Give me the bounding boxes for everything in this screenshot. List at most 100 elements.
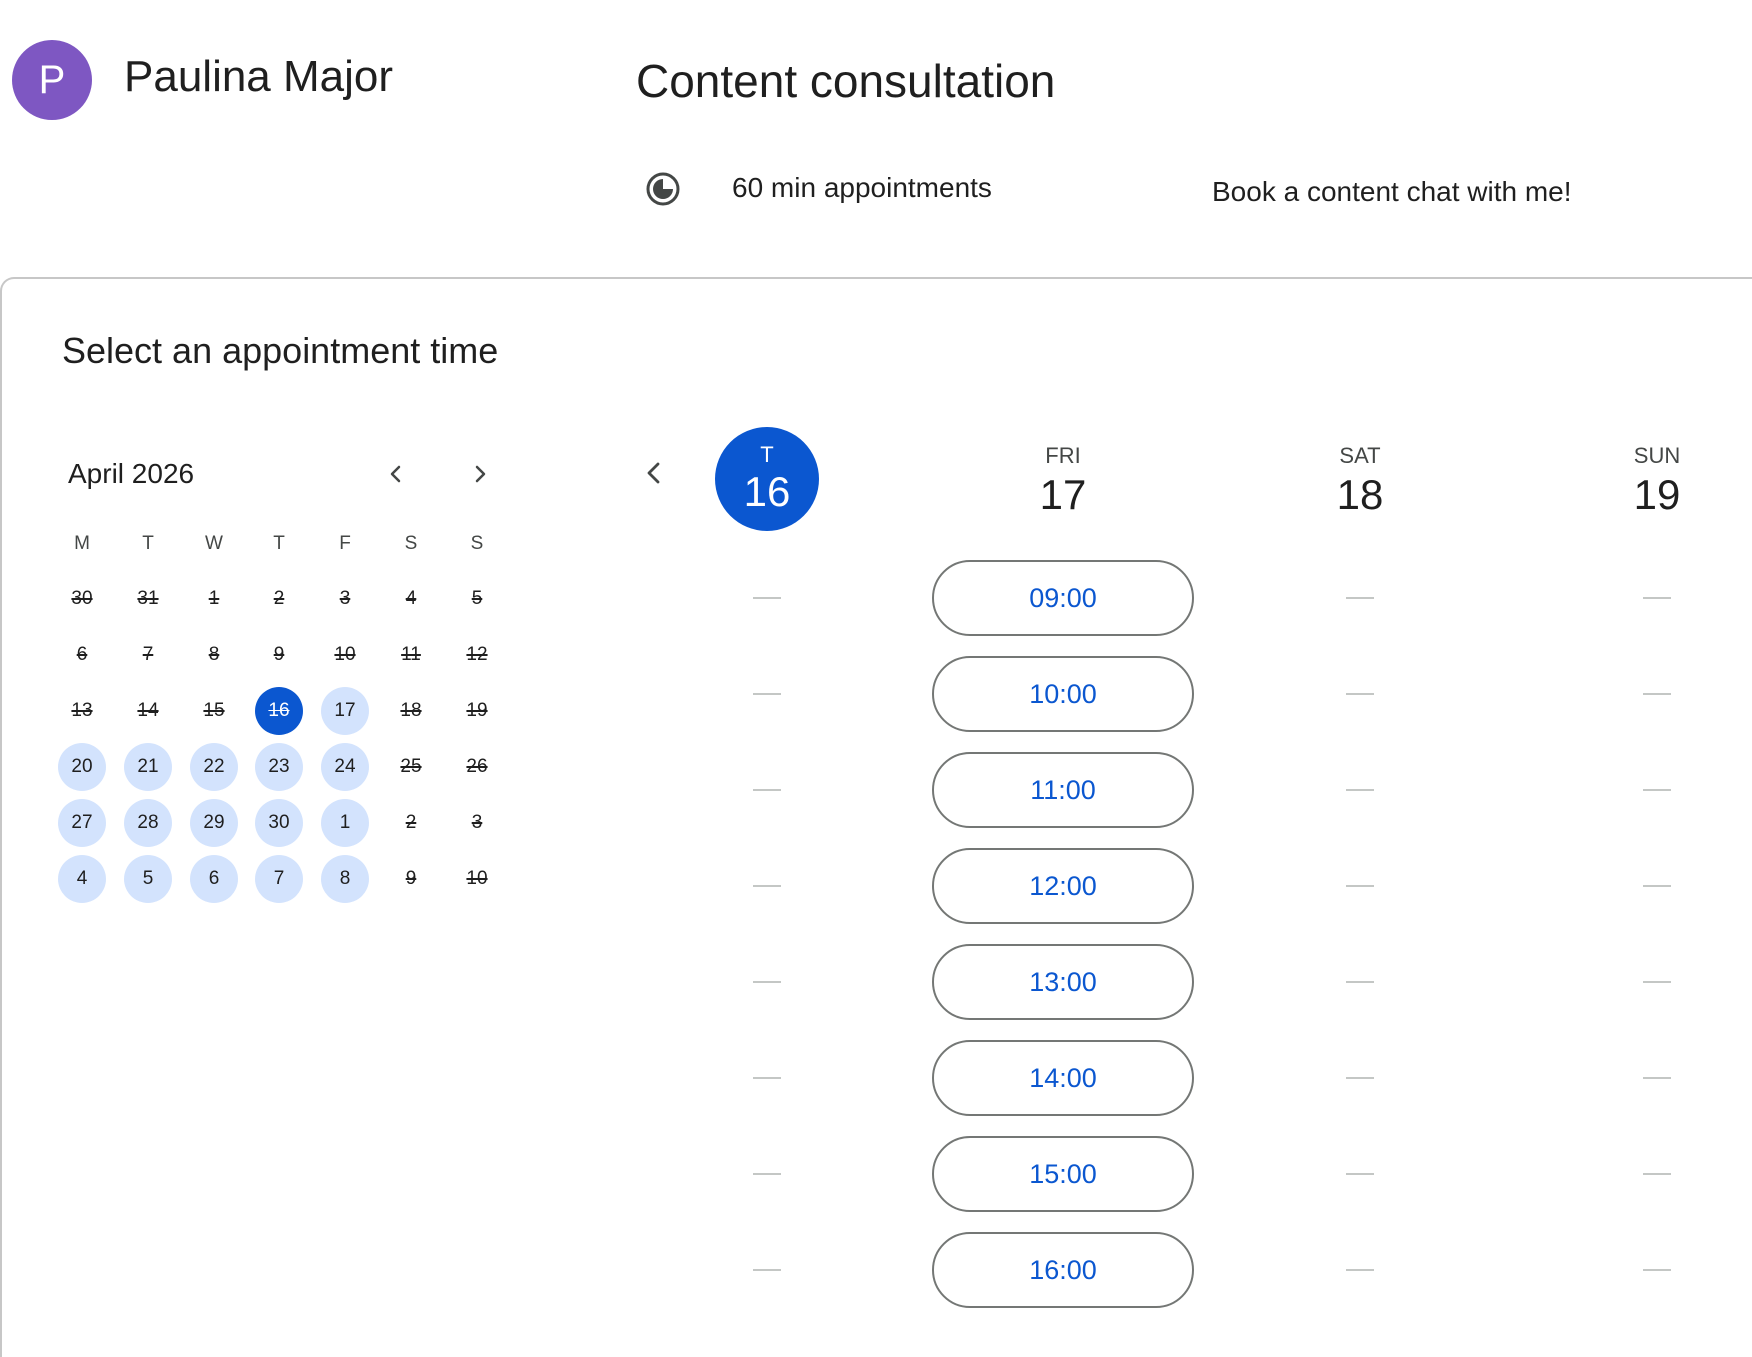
weekday-header: M	[74, 533, 90, 554]
no-availability-dash	[1643, 1173, 1671, 1175]
event-description: Book a content chat with me!	[1212, 176, 1572, 207]
mini-calendar-day: 25	[400, 756, 422, 777]
mini-calendar-day[interactable]: 29	[190, 799, 238, 847]
mini-calendar-month: April 2026	[68, 458, 195, 489]
mini-calendar-day: 8	[208, 644, 220, 665]
mini-calendar-day[interactable]: 21	[124, 743, 172, 791]
day-number-label: 18	[1336, 471, 1384, 518]
mini-calendar-day[interactable]: 30	[255, 799, 303, 847]
no-availability-dash	[753, 789, 781, 791]
day-of-week-label: SAT	[1339, 443, 1381, 468]
mini-calendar-day: 3	[339, 588, 351, 609]
time-slot-button[interactable]: 16:00	[932, 1232, 1194, 1308]
no-availability-dash	[1346, 597, 1374, 599]
avatar-initial: P	[38, 57, 66, 102]
mini-calendar-day: 2	[273, 588, 285, 609]
no-availability-dash	[1346, 885, 1374, 887]
mini-calendar-day: 13	[71, 700, 93, 721]
mini-calendar-day[interactable]: 5	[124, 855, 172, 903]
mini-calendar-day[interactable]: 1	[321, 799, 369, 847]
duration-label: 60 min appointments	[732, 172, 992, 203]
owner-name: Paulina Major	[124, 52, 394, 101]
day-number-label: 19	[1633, 471, 1681, 518]
mini-calendar-day[interactable]: 27	[58, 799, 106, 847]
mini-calendar-day[interactable]: 8	[321, 855, 369, 903]
day-column-header[interactable]: T 16	[715, 427, 819, 531]
time-slot-button[interactable]: 10:00	[932, 656, 1194, 732]
mini-calendar-day[interactable]: 17	[321, 687, 369, 735]
mini-calendar-day[interactable]: 24	[321, 743, 369, 791]
mini-calendar-day: 11	[401, 644, 421, 665]
section-title: Select an appointment time	[62, 330, 499, 371]
no-availability-dash	[1643, 693, 1671, 695]
mini-calendar-day: 26	[466, 756, 488, 777]
no-availability-dash	[753, 597, 781, 599]
mini-calendar-day: 31	[137, 588, 159, 609]
mini-calendar-day: 1	[208, 588, 220, 609]
time-slot-button[interactable]: 09:00	[932, 560, 1194, 636]
no-availability-dash	[753, 885, 781, 887]
mini-calendar-day: 4	[405, 588, 417, 609]
weekday-header: T	[273, 533, 285, 554]
no-availability-dash	[753, 1269, 781, 1271]
no-availability-dash	[1346, 789, 1374, 791]
no-availability-dash	[1346, 1173, 1374, 1175]
mini-calendar-day: 3	[471, 812, 483, 833]
weekday-header: S	[470, 533, 484, 554]
time-slot-button[interactable]: 14:00	[932, 1040, 1194, 1116]
clock-half-icon	[646, 172, 680, 206]
no-availability-dash	[1346, 693, 1374, 695]
day-column-header[interactable]: FRI 17	[963, 443, 1163, 519]
weekday-header: T	[142, 533, 154, 554]
mini-calendar-day[interactable]: 28	[124, 799, 172, 847]
avatar: P	[12, 40, 92, 120]
event-title: Content consultation	[636, 55, 1056, 107]
no-availability-dash	[753, 1173, 781, 1175]
mini-calendar-day: 6	[76, 644, 88, 665]
mini-calendar-day: 7	[142, 644, 154, 665]
mini-calendar-day[interactable]: 4	[58, 855, 106, 903]
day-of-week-label: SUN	[1633, 443, 1681, 468]
no-availability-dash	[753, 693, 781, 695]
chevron-right-icon	[475, 465, 486, 483]
mini-calendar-day: 19	[466, 700, 488, 721]
day-column-header[interactable]: SUN 19	[1557, 443, 1752, 519]
mini-calendar-next-button[interactable]	[458, 452, 502, 496]
no-availability-dash	[1643, 597, 1671, 599]
mini-calendar-prev-button[interactable]	[374, 452, 418, 496]
mini-calendar-day-selected[interactable]: 16	[255, 687, 303, 735]
mini-calendar-day: 10	[466, 868, 488, 889]
time-slot-button[interactable]: 11:00	[932, 752, 1194, 828]
mini-calendar-day: 12	[466, 644, 488, 665]
time-slot-button[interactable]: 15:00	[932, 1136, 1194, 1212]
mini-calendar-day: 15	[203, 700, 225, 721]
chevron-left-icon	[390, 465, 401, 483]
mini-calendar-day: 14	[137, 700, 159, 721]
week-prev-button[interactable]	[632, 451, 676, 495]
day-column-header[interactable]: SAT 18	[1260, 443, 1460, 519]
time-slot-button[interactable]: 12:00	[932, 848, 1194, 924]
time-slot-button[interactable]: 13:00	[932, 944, 1194, 1020]
day-number-label: 17	[1039, 471, 1087, 518]
weekday-header: F	[339, 533, 351, 554]
mini-calendar-day: 5	[471, 588, 483, 609]
no-availability-dash	[1643, 1077, 1671, 1079]
no-availability-dash	[1643, 885, 1671, 887]
no-availability-dash	[1346, 1269, 1374, 1271]
mini-calendar-day[interactable]: 23	[255, 743, 303, 791]
mini-calendar-day[interactable]: 7	[255, 855, 303, 903]
no-availability-dash	[1643, 981, 1671, 983]
mini-calendar-day: 2	[405, 812, 417, 833]
mini-calendar-day: 10	[334, 644, 356, 665]
no-availability-dash	[1346, 1077, 1374, 1079]
chevron-left-icon	[647, 462, 660, 484]
mini-calendar-day[interactable]: 22	[190, 743, 238, 791]
mini-calendar-day[interactable]: 20	[58, 743, 106, 791]
no-availability-dash	[753, 981, 781, 983]
weekday-header: S	[404, 533, 418, 554]
no-availability-dash	[1643, 1269, 1671, 1271]
no-availability-dash	[1346, 981, 1374, 983]
day-number-label: 16	[743, 468, 791, 515]
mini-calendar-day: 30	[71, 588, 93, 609]
mini-calendar-day[interactable]: 6	[190, 855, 238, 903]
